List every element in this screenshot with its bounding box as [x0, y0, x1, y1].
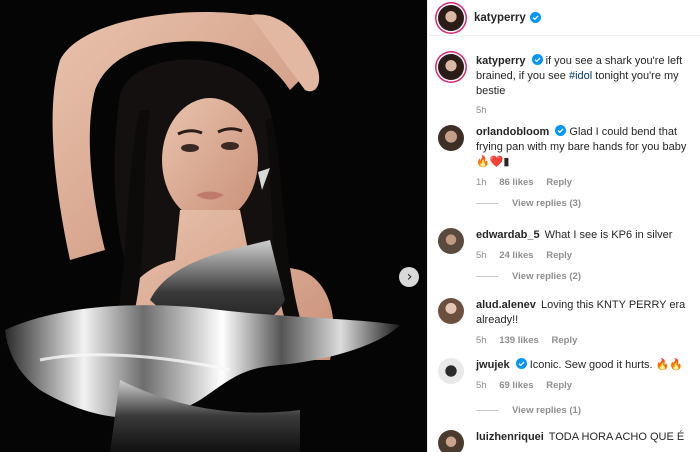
reply-button[interactable]: Reply — [551, 335, 577, 346]
comment-text: edwardab_5 What I see is KP6 in silver — [476, 228, 696, 243]
verified-badge-icon — [531, 54, 543, 65]
author-username[interactable]: katyperry — [474, 12, 526, 24]
comment-time: 1h — [476, 177, 487, 188]
commenter-avatar[interactable] — [438, 430, 464, 452]
comment-time: 5h — [476, 335, 487, 346]
comment-text: jwujek Iconic. Sew good it hurts. 🔥🔥 — [476, 358, 696, 373]
commenter-avatar[interactable] — [438, 358, 464, 384]
view-replies-label: View replies (3) — [512, 198, 581, 209]
comment-time: 5h — [476, 250, 487, 261]
comment-text: orlandobloom Glad I could bend that fryi… — [476, 125, 696, 170]
comment-username[interactable]: edwardab_5 — [476, 229, 540, 241]
divider — [476, 410, 498, 411]
comment-time: 5h — [476, 380, 487, 391]
divider — [476, 203, 498, 204]
reply-button[interactable]: Reply — [546, 177, 572, 188]
caption-text: katyperry if you see a shark you're left… — [476, 54, 696, 99]
caption-time: 5h — [476, 105, 487, 116]
comment-body: What I see is KP6 in silver — [544, 229, 673, 241]
view-replies-label: View replies (1) — [512, 405, 581, 416]
comment-username[interactable]: orlandobloom — [476, 126, 549, 138]
commenter-avatar[interactable] — [438, 125, 464, 151]
comment-body: TODA HORA ACHO QUE É — [548, 431, 685, 443]
view-replies-button[interactable]: View replies (1) — [476, 405, 581, 416]
reply-button[interactable]: Reply — [546, 250, 572, 261]
view-replies-button[interactable]: View replies (3) — [476, 198, 581, 209]
verified-badge-icon — [529, 12, 541, 23]
comment-likes[interactable]: 86 likes — [499, 177, 533, 188]
comment-likes[interactable]: 139 likes — [499, 335, 539, 346]
comment-username[interactable]: alud.alenev — [476, 299, 536, 311]
post-header: katyperry — [428, 0, 700, 36]
commenter-avatar[interactable] — [438, 298, 464, 324]
chevron-right-icon: › — [406, 269, 413, 285]
comment-body: Iconic. Sew good it hurts. 🔥🔥 — [529, 359, 684, 371]
verified-badge-icon — [515, 358, 527, 369]
caption-hashtag[interactable]: #idol — [569, 70, 592, 82]
author-avatar[interactable] — [438, 4, 464, 31]
comment-likes[interactable]: 24 likes — [499, 250, 533, 261]
verified-badge-icon — [555, 125, 567, 136]
comment-likes[interactable]: 69 likes — [499, 380, 533, 391]
portrait-illustration — [5, 12, 400, 452]
caption-username[interactable]: katyperry — [476, 55, 526, 67]
view-replies-button[interactable]: View replies (2) — [476, 271, 581, 282]
comment-text: luizhenriquei TODA HORA ACHO QUE É — [476, 430, 696, 445]
view-replies-label: View replies (2) — [512, 271, 581, 282]
post-photo: › — [0, 0, 427, 452]
divider — [476, 276, 498, 277]
caption-avatar[interactable] — [438, 54, 464, 80]
comments-panel: katyperry katyperry if you see a shark y… — [427, 0, 700, 452]
comment-username[interactable]: jwujek — [476, 359, 510, 371]
commenter-avatar[interactable] — [438, 228, 464, 254]
next-photo-button[interactable]: › — [399, 267, 419, 287]
comment-text: alud.alenev Loving this KNTY PERRY era a… — [476, 298, 696, 328]
comment-username[interactable]: luizhenriquei — [476, 431, 544, 443]
reply-button[interactable]: Reply — [546, 380, 572, 391]
